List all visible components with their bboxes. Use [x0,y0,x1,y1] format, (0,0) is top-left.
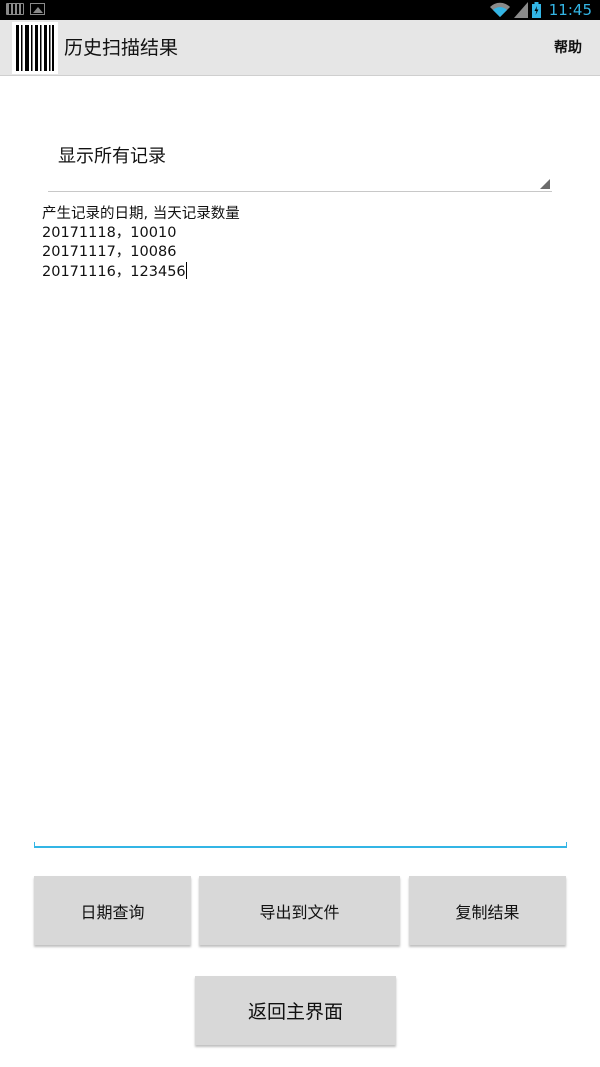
date-query-button[interactable]: 日期查询 [34,876,191,945]
image-icon [30,3,45,15]
records-text-area[interactable]: 产生记录的日期, 当天记录数量 20171118，10010 20171117，… [34,200,567,848]
spinner-selected-value: 显示所有记录 [58,146,166,167]
help-button[interactable]: 帮助 [554,20,582,76]
record-filter-spinner[interactable]: 显示所有记录 [48,130,552,192]
notification-icons [6,3,45,15]
record-row: 20171117，10086 [42,244,177,260]
dropdown-arrow-icon [540,179,550,189]
wifi-icon [489,2,510,17]
back-to-main-button[interactable]: 返回主界面 [195,976,396,1045]
copy-result-button[interactable]: 复制结果 [409,876,566,945]
barcode-icon[interactable] [12,22,58,74]
status-bar: 11:45 [0,0,600,20]
text-cursor [185,262,187,279]
records-header: 产生记录的日期, 当天记录数量 [42,206,240,222]
system-icons: 11:45 [489,0,592,20]
clock: 11:45 [548,1,592,19]
battery-icon [531,2,541,18]
page-title: 历史扫描结果 [64,37,179,59]
record-row: 20171116，123456 [42,264,186,280]
export-to-file-button[interactable]: 导出到文件 [199,876,400,945]
barcode-graphic [16,25,54,71]
record-row: 20171118，10010 [42,225,177,241]
record-row-with-cursor: 20171116，123456 [42,262,187,282]
keyboard-icon [6,3,24,15]
action-bar: 历史扫描结果 帮助 [0,20,600,76]
signal-icon [513,2,528,18]
